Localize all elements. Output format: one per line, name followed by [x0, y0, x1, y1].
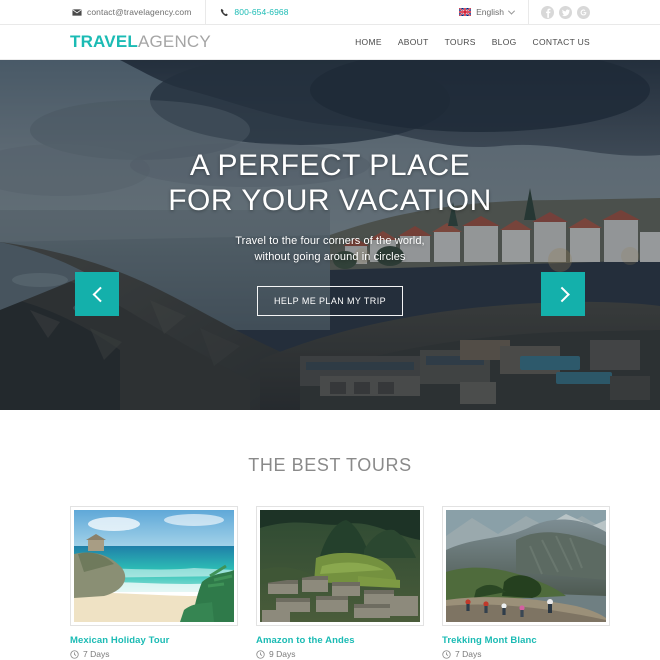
- chevron-down-icon: [507, 7, 516, 15]
- chevron-right-icon: [553, 286, 570, 302]
- tour-card-duration-text: 9 Days: [269, 649, 296, 659]
- nav-item-contact-us[interactable]: CONTACT US: [533, 37, 590, 47]
- alpine-hikers-photo: [442, 506, 610, 626]
- slider-prev-button[interactable]: [75, 272, 119, 316]
- phone-icon: [220, 8, 229, 17]
- hero-content: A PERFECT PLACE FOR YOUR VACATION Travel…: [0, 60, 660, 410]
- topbar-phone-text: 800-654-6968: [234, 7, 289, 17]
- language-label: English: [476, 7, 504, 17]
- hero-subtitle-line1: Travel to the four corners of the world,: [235, 234, 425, 247]
- language-selector[interactable]: English: [459, 7, 528, 17]
- logo-bold-text: TRAVEL: [70, 32, 138, 51]
- slider-next-button[interactable]: [541, 272, 585, 316]
- main-navigation: HOME ABOUT TOURS BLOG CONTACT US: [355, 37, 590, 47]
- hero-heading-line2: FOR YOUR VACATION: [168, 184, 492, 218]
- topbar-phone[interactable]: 800-654-6968: [206, 0, 302, 25]
- tour-card[interactable]: Trekking Mont Blanc 7 Days There are man…: [442, 506, 610, 660]
- tour-card-title: Trekking Mont Blanc: [442, 635, 537, 646]
- hero-heading-line1: A PERFECT PLACE: [189, 149, 471, 182]
- tour-card-duration: 7 Days: [442, 649, 610, 659]
- logo-light-text: AGENCY: [137, 32, 211, 51]
- social-links: [528, 0, 590, 25]
- google-plus-icon[interactable]: [577, 5, 590, 19]
- clock-icon: [70, 649, 79, 659]
- site-header: TRAVELAGENCY HOME ABOUT TOURS BLOG CONTA…: [0, 25, 660, 60]
- machu-picchu-photo: [256, 506, 424, 626]
- tour-card-title: Mexican Holiday Tour: [70, 635, 170, 646]
- nav-item-home[interactable]: HOME: [355, 37, 382, 47]
- uk-flag-icon: [459, 8, 472, 16]
- nav-item-blog[interactable]: BLOG: [492, 37, 517, 47]
- topbar-right-group: English: [459, 0, 590, 25]
- tour-card-title: Amazon to the Andes: [256, 635, 355, 646]
- tour-card-duration: 9 Days: [256, 649, 424, 659]
- tour-card-duration-text: 7 Days: [83, 649, 110, 659]
- tour-card-duration: 7 Days: [70, 649, 238, 659]
- site-logo[interactable]: TRAVELAGENCY: [70, 32, 211, 52]
- clock-icon: [256, 649, 265, 659]
- tulum-beach-photo: [70, 506, 238, 626]
- clock-icon: [442, 649, 451, 659]
- section-title: THE BEST TOURS: [248, 455, 412, 475]
- nav-item-about[interactable]: ABOUT: [398, 37, 429, 47]
- hero-slider: A PERFECT PLACE FOR YOUR VACATION Travel…: [0, 60, 660, 410]
- topbar-email[interactable]: contact@travelagency.com: [70, 0, 205, 25]
- topbar: contact@travelagency.com 800-654-6968 En…: [0, 0, 660, 25]
- tour-card[interactable]: Amazon to the Andes 9 Days There are man…: [256, 506, 424, 660]
- chevron-left-icon: [92, 286, 108, 302]
- tour-card-duration-text: 7 Days: [455, 649, 482, 659]
- nav-item-tours[interactable]: TOURS: [445, 37, 476, 47]
- twitter-icon[interactable]: [559, 5, 572, 19]
- hero-heading: A PERFECT PLACE FOR YOUR VACATION: [168, 148, 492, 219]
- best-tours-section: THE BEST TOURS Mexican Holiday Tour 7 Da…: [0, 410, 660, 660]
- tour-cards-list: Mexican Holiday Tour 7 Days There are ma…: [70, 506, 610, 660]
- tour-card[interactable]: Mexican Holiday Tour 7 Days There are ma…: [70, 506, 238, 660]
- hero-subtitle-line2: without going around in circles: [254, 251, 406, 264]
- hero-subtitle: Travel to the four corners of the world,…: [235, 233, 424, 266]
- topbar-email-text: contact@travelagency.com: [87, 7, 192, 17]
- plan-my-trip-button[interactable]: HELP ME PLAN MY TRIP: [256, 285, 404, 316]
- topbar-contact-group: contact@travelagency.com 800-654-6968: [70, 0, 303, 25]
- envelope-icon: [72, 8, 82, 16]
- facebook-icon[interactable]: [541, 5, 554, 19]
